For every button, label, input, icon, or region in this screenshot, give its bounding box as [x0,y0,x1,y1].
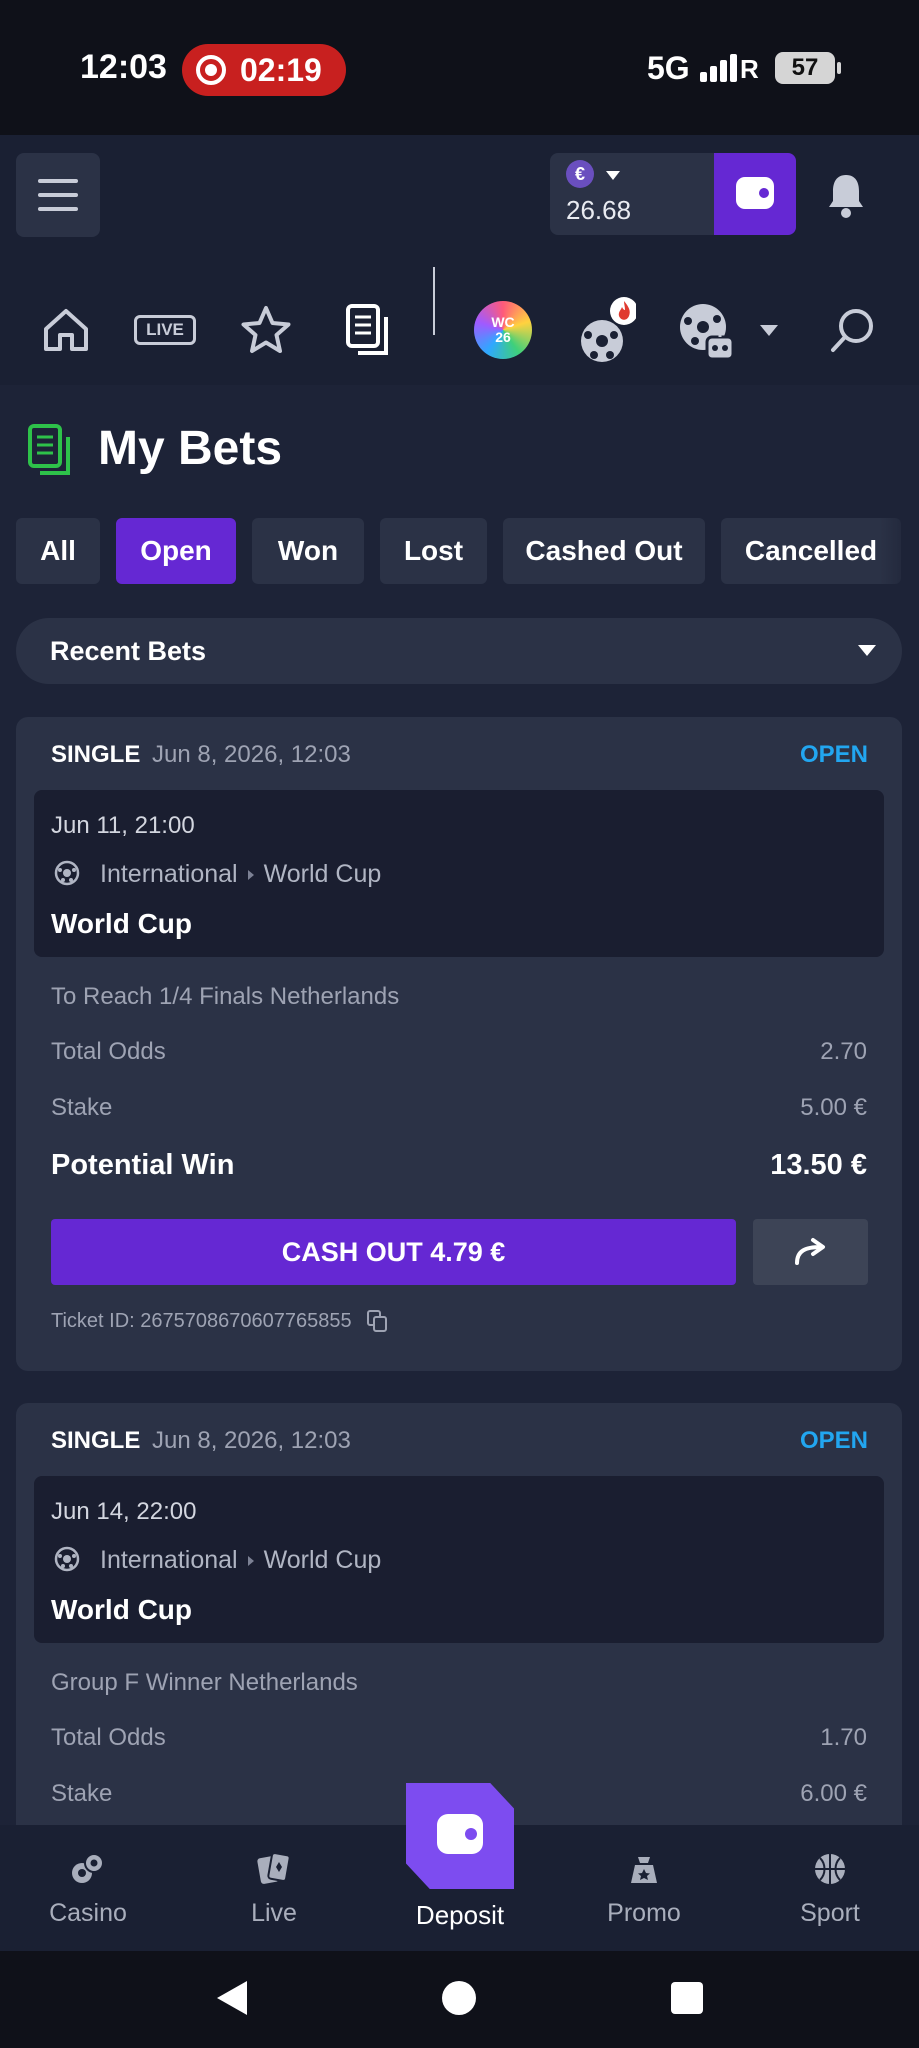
virtual-football-icon[interactable] [675,285,737,375]
football-icon [54,860,80,886]
star-icon[interactable] [238,285,294,375]
ticket-id: Ticket ID: 2675708670607765855 [51,1309,388,1333]
total-odds-row: Total Odds 2.70 [51,1038,867,1065]
page-title: My Bets [98,422,283,475]
hot-football-icon[interactable] [574,285,636,375]
event-competition: International World Cup [100,860,382,888]
potential-win-value: 13.50 € [770,1149,867,1181]
stake-row: Stake 5.00 € [51,1094,867,1121]
my-bets-page: My Bets All Open Won Lost Cashed Out Can… [0,385,919,1853]
bottom-nav-casino[interactable]: Casino [28,1825,148,1951]
back-icon[interactable] [217,1981,247,2015]
playing-cards-icon [257,1852,291,1884]
chevron-right-icon [247,869,254,880]
bet-placed-date: Jun 8, 2026, 12:03 [152,741,351,768]
tab-cashed-out[interactable]: Cashed Out [503,518,705,584]
system-nav-bar [0,1951,919,2048]
bet-market: To Reach 1/4 Finals Netherlands [51,983,400,1010]
euro-icon: € [566,160,594,188]
event-name: World Cup [51,1594,193,1625]
battery-icon: 57 [775,52,841,84]
share-arrow-icon [795,1238,825,1265]
total-odds-row: Total Odds 1.70 [51,1724,867,1751]
tab-open[interactable]: Open [116,518,236,584]
tabs-fade [879,518,919,584]
wallet-button[interactable] [714,153,796,235]
bet-status-tabs: All Open Won Lost Cashed Out Cancelled [16,518,919,584]
tab-lost[interactable]: Lost [380,518,487,584]
copy-icon[interactable] [366,1309,388,1333]
recording-time: 02:19 [240,51,322,88]
chevron-down-icon [858,645,876,656]
event-time: Jun 14, 22:00 [51,1498,197,1525]
deposit-label[interactable]: Deposit [400,1900,520,1931]
my-bets-icon[interactable] [340,285,396,375]
event-time: Jun 11, 21:00 [51,812,195,839]
bottom-nav-live[interactable]: Live [214,1825,334,1951]
more-sports-chevron-icon[interactable] [756,285,782,375]
home-icon[interactable] [38,285,94,375]
total-odds-value: 1.70 [820,1724,867,1751]
home-circle-icon[interactable] [442,1981,476,2015]
basketball-icon [815,1854,845,1884]
total-odds-value: 2.70 [820,1038,867,1065]
tab-cancelled[interactable]: Cancelled [721,518,901,584]
status-bar: 12:03 02:19 5G R 57 [0,0,919,135]
event-box[interactable]: Jun 11, 21:00 International World Cup Wo… [34,790,884,957]
status-time: 12:03 [80,48,167,86]
bet-type: SINGLE [51,1427,141,1454]
event-competition: International World Cup [100,1546,382,1574]
search-icon[interactable] [825,285,881,375]
balance-selector[interactable]: € 26.68 [550,153,714,235]
wallet-icon [437,1814,483,1854]
wallet-icon [736,177,774,209]
recent-bets-label: Recent Bets [50,636,207,666]
bet-status: OPEN [799,741,868,768]
nav-divider [433,267,435,335]
event-name: World Cup [51,908,193,939]
bet-placed-date: Jun 8, 2026, 12:03 [152,1427,351,1454]
bottom-nav-promo[interactable]: Promo [584,1825,704,1951]
share-button[interactable] [753,1219,868,1285]
menu-button[interactable] [16,153,100,237]
roaming-indicator: R [740,54,759,84]
screen-recording-indicator[interactable]: 02:19 [182,44,346,96]
bottom-nav-sport[interactable]: Sport [770,1825,890,1951]
stake-value: 6.00 € [800,1780,867,1807]
app-header: € 26.68 LIVE WC 26 [0,135,919,385]
bell-icon[interactable] [826,171,866,219]
signal-icon [700,52,744,82]
bets-slip-icon [28,424,70,475]
sport-nav: LIVE WC 26 [0,285,919,375]
football-icon [54,1546,80,1572]
potential-win-row: Potential Win 13.50 € [51,1149,867,1181]
recent-apps-icon[interactable] [671,1982,703,2014]
live-icon[interactable]: LIVE [133,285,197,375]
bet-type: SINGLE [51,741,141,768]
stake-value: 5.00 € [800,1094,867,1121]
tab-won[interactable]: Won [252,518,364,584]
bet-card: SINGLE Jun 8, 2026, 12:03 OPEN Jun 11, 2… [16,717,902,1371]
bet-status: OPEN [799,1427,868,1454]
record-icon [196,55,226,85]
promo-bag-icon [631,1857,657,1883]
world-cup-icon[interactable]: WC 26 [472,285,534,375]
event-box[interactable]: Jun 14, 22:00 International World Cup Wo… [34,1476,884,1643]
recent-bets-dropdown[interactable]: Recent Bets [16,618,902,684]
chevron-down-icon [606,171,620,180]
balance-value: 26.68 [566,195,632,225]
cash-out-button[interactable]: CASH OUT 4.79 € [51,1219,736,1285]
chevron-right-icon [247,1555,254,1566]
deposit-button[interactable] [406,1783,514,1889]
network-type: 5G [647,50,690,86]
bet-market: Group F Winner Netherlands [51,1669,358,1696]
tab-all[interactable]: All [16,518,100,584]
casino-chips-icon [72,1853,104,1883]
